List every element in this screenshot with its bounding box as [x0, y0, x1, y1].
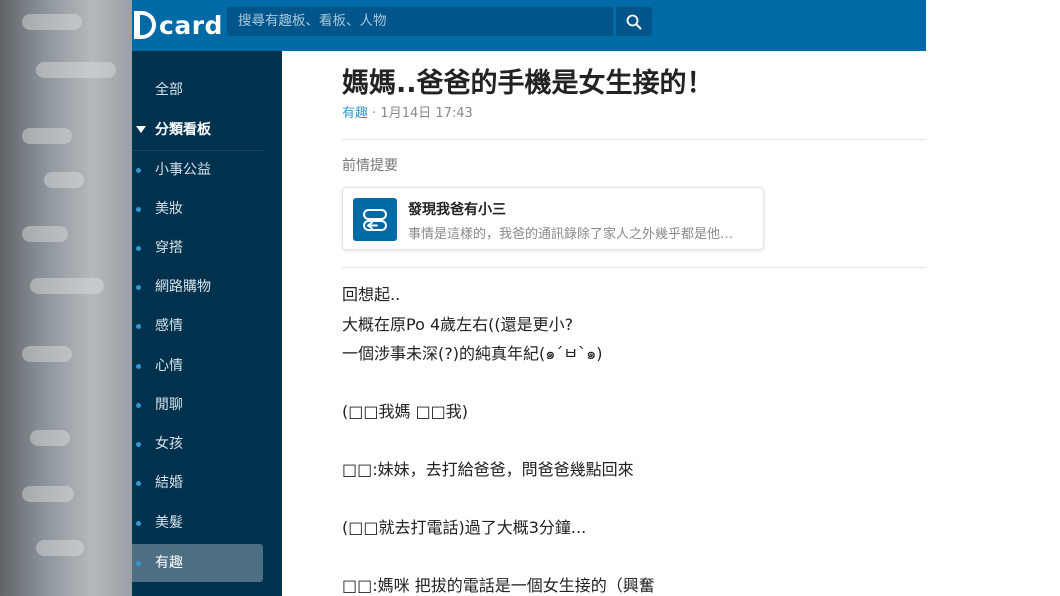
sidebar-category-label: 分類看板	[155, 122, 211, 138]
blurred-background	[0, 0, 132, 596]
sidebar: 全部 分類看板 小事公益 美妝 穿搭 網路購物 感情 心情 閒聊 女孩 結婚 美…	[132, 51, 282, 596]
search-input[interactable]: 搜尋有趣板、看板、人物	[227, 7, 613, 36]
sidebar-category-header[interactable]: 分類看板	[132, 111, 282, 149]
sidebar-item-online-shopping[interactable]: 網路購物	[132, 268, 282, 306]
logo-d-mark	[134, 11, 156, 39]
sidebar-item-label: 美髮	[155, 515, 183, 531]
sidebar-item-makeup[interactable]: 美妝	[132, 190, 282, 228]
meta-separator: ·	[368, 106, 381, 121]
logo-text: card	[159, 10, 223, 40]
post-content: 媽媽..爸爸的手機是女生接的！ 有趣 · 1月14日 17:43 前情提要 發現…	[283, 51, 926, 596]
body-line: 回想起..	[342, 285, 401, 304]
sidebar-item-label: 閒聊	[155, 397, 183, 413]
bullet-icon	[136, 442, 141, 447]
dcard-logo[interactable]: card	[134, 8, 223, 42]
sidebar-item-label: 有趣	[155, 555, 183, 571]
post-date: 1月14日 17:43	[380, 106, 473, 121]
bullet-icon	[136, 364, 141, 369]
post-title: 媽媽..爸爸的手機是女生接的！	[342, 68, 714, 99]
sidebar-item-mood[interactable]: 心情	[132, 347, 282, 385]
sidebar-item-marriage[interactable]: 結婚	[132, 464, 282, 502]
top-bar: card 搜尋有趣板、看板、人物	[132, 0, 926, 51]
body-line: □□:妹妹，去打給爸爸，問爸爸幾點回來	[342, 460, 634, 479]
body-line: (□□就去打電話)過了大概3分鐘...	[342, 518, 587, 537]
bullet-icon	[136, 246, 141, 251]
divider	[342, 267, 926, 268]
body-line: 大概在原Po 4歲左右((還是更小?	[342, 315, 574, 334]
bullet-icon	[136, 324, 141, 329]
sidebar-item-label: 網路購物	[155, 279, 211, 295]
sidebar-item-label: 心情	[155, 358, 183, 374]
bullet-icon	[136, 403, 141, 408]
sidebar-item-chitchat[interactable]: 閒聊	[132, 386, 282, 424]
sidebar-item-label: 結婚	[155, 475, 183, 491]
sidebar-item-girl[interactable]: 女孩	[132, 425, 282, 463]
sidebar-item-funny[interactable]: 有趣	[132, 544, 263, 582]
body-line: □□:媽咪 把拔的電話是一個女生接的（興奮	[342, 576, 655, 595]
bullet-icon	[136, 168, 141, 173]
linked-post-card[interactable]: 發現我爸有小三 事情是這樣的，我爸的通訊錄除了家人之外幾乎都是他…	[342, 187, 764, 250]
sidebar-item-relationship[interactable]: 感情	[132, 307, 282, 345]
sidebar-item-label: 小事公益	[155, 162, 211, 178]
sidebar-item-label: 穿搭	[155, 240, 183, 256]
linked-post-excerpt: 事情是這樣的，我爸的通訊錄除了家人之外幾乎都是他…	[408, 227, 734, 242]
sidebar-item-label: 女孩	[155, 436, 183, 452]
swap-arrows-icon	[353, 198, 397, 241]
caret-down-icon	[136, 126, 146, 133]
sidebar-item-label: 美妝	[155, 201, 183, 217]
bullet-icon	[136, 521, 141, 526]
bullet-icon	[136, 285, 141, 290]
search-icon	[626, 14, 642, 29]
bullet-icon	[136, 207, 141, 212]
bullet-icon	[136, 481, 141, 486]
sidebar-item-all[interactable]: 全部	[132, 71, 282, 109]
body-line: 一個涉事未深(?)的純真年紀(๑´ㅂ`๑)	[342, 344, 603, 363]
post-board-link[interactable]: 有趣	[342, 106, 368, 121]
sidebar-item-xiaoshi[interactable]: 小事公益	[132, 151, 282, 189]
right-margin	[926, 0, 1060, 596]
sidebar-item-dressup[interactable]: 穿搭	[132, 229, 282, 267]
sidebar-item-hair[interactable]: 美髮	[132, 504, 282, 542]
divider	[342, 139, 926, 140]
sidebar-item-label: 全部	[155, 82, 183, 98]
bullet-icon	[136, 561, 141, 566]
post-meta: 有趣 · 1月14日 17:43	[342, 102, 473, 121]
linked-post-title: 發現我爸有小三	[408, 202, 506, 218]
previous-context-label: 前情提要	[342, 158, 398, 174]
body-line: (□□我媽 □□我)	[342, 402, 469, 421]
search-button[interactable]	[616, 7, 652, 36]
sidebar-item-label: 感情	[155, 318, 183, 334]
